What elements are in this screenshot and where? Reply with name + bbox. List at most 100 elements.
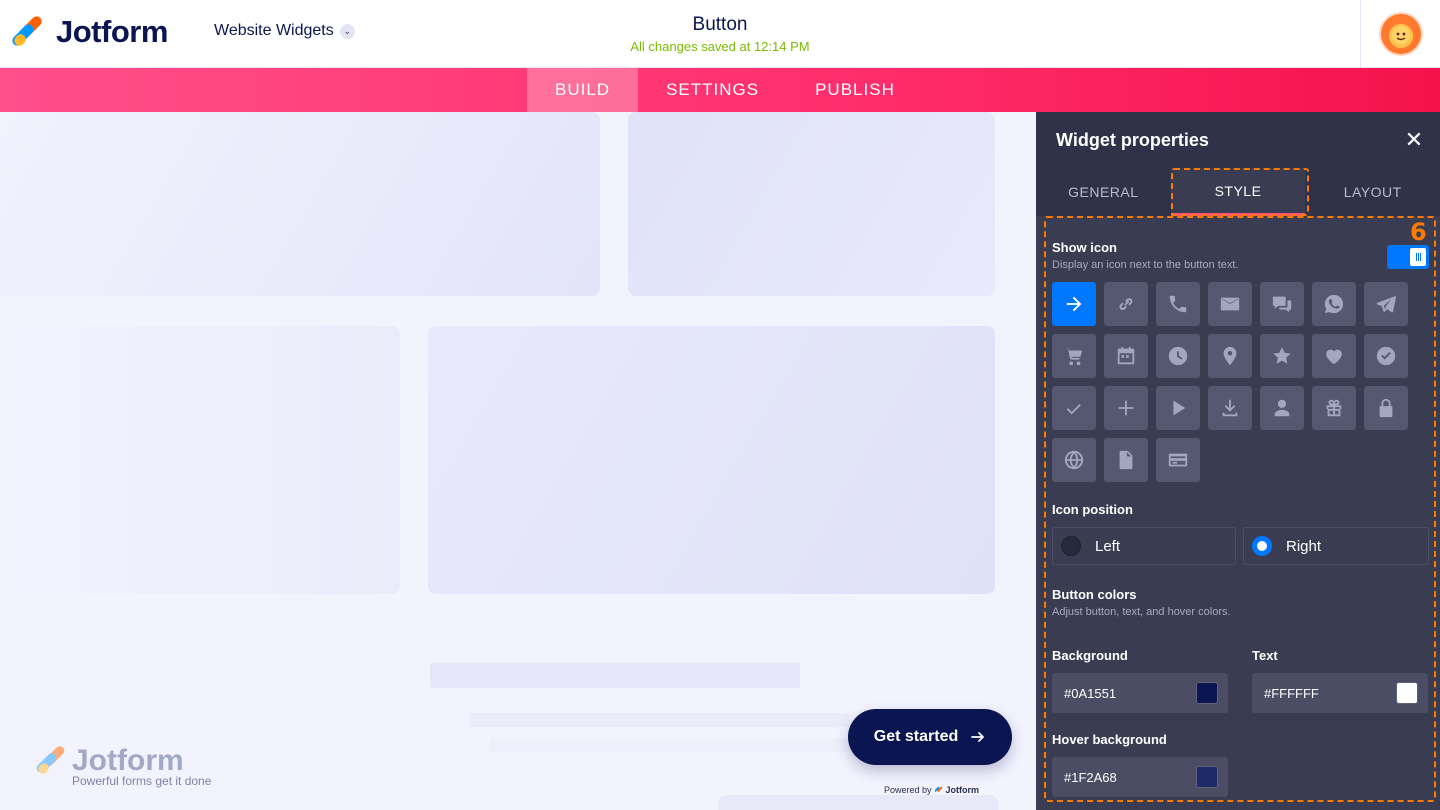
text-color-label: Text [1252, 648, 1278, 663]
placeholder-line [470, 713, 850, 727]
document-title-block: Button All changes saved at 12:14 PM [520, 14, 920, 54]
icon-option[interactable] [1156, 438, 1200, 482]
placeholder-card [628, 112, 995, 296]
icon-option[interactable] [1052, 334, 1096, 378]
icon-position-label: Icon position [1052, 502, 1133, 517]
icon-option[interactable] [1208, 282, 1252, 326]
chat-icon [1272, 296, 1292, 313]
icon-option[interactable] [1156, 386, 1200, 430]
save-status: All changes saved at 12:14 PM [630, 39, 810, 54]
gift-icon [1326, 399, 1342, 417]
app-selector-dropdown[interactable]: Website Widgets ⌄ [214, 22, 355, 40]
placeholder-card [0, 326, 400, 594]
close-icon[interactable]: ✕ [1400, 127, 1428, 153]
jotform-watermark: Jotform Powerful forms get it done [34, 744, 211, 788]
whatsapp-icon [1324, 294, 1344, 314]
powered-by-brand: Jotform [945, 785, 980, 795]
tab-layout[interactable]: LAYOUT [1305, 168, 1440, 216]
watermark-brand: Jotform [72, 744, 184, 777]
show-icon-description: Display an icon next to the button text. [1052, 259, 1239, 271]
link-icon [1119, 298, 1133, 310]
check-circle-icon [1376, 346, 1396, 366]
text-color-swatch[interactable] [1396, 682, 1418, 704]
user-icon [1274, 399, 1290, 417]
radio-right-label: Right [1286, 537, 1322, 555]
jotform-mini-icon [934, 786, 943, 793]
icon-position-left[interactable]: Left [1052, 527, 1236, 565]
icon-option[interactable] [1260, 386, 1304, 430]
icon-option[interactable] [1260, 282, 1304, 326]
icon-option[interactable] [1312, 386, 1356, 430]
icon-option[interactable] [1312, 282, 1356, 326]
icon-position-right[interactable]: Right [1243, 527, 1429, 565]
tab-general[interactable]: GENERAL [1036, 168, 1171, 216]
icon-option[interactable] [1104, 334, 1148, 378]
check-icon [1066, 403, 1081, 415]
placeholder-line [490, 739, 850, 752]
tab-settings[interactable]: SETTINGS [638, 68, 787, 112]
background-color-label: Background [1052, 648, 1128, 663]
show-icon-toggle[interactable] [1387, 245, 1429, 269]
globe-icon [1064, 450, 1084, 470]
placeholder-card [0, 112, 600, 296]
tab-style[interactable]: STYLE [1170, 168, 1306, 216]
hover-background-swatch[interactable] [1196, 766, 1218, 788]
background-color-field[interactable]: #0A1551 [1052, 673, 1228, 713]
hover-background-value: #1F2A68 [1064, 769, 1117, 785]
button-colors-label: Button colors [1052, 587, 1137, 602]
button-colors-description: Adjust button, text, and hover colors. [1052, 606, 1231, 618]
download-icon [1222, 399, 1238, 417]
placeholder-line [430, 663, 800, 688]
icon-option[interactable] [1364, 386, 1408, 430]
document-icon [1119, 450, 1133, 470]
cart-icon [1064, 347, 1083, 366]
icon-option[interactable] [1208, 386, 1252, 430]
text-color-value: #FFFFFF [1264, 685, 1319, 701]
icon-option[interactable] [1104, 282, 1148, 326]
icon-option[interactable] [1052, 438, 1096, 482]
chevron-down-icon: ⌄ [339, 23, 355, 39]
get-started-button[interactable]: Get started [848, 709, 1012, 765]
clock-icon [1168, 346, 1188, 366]
icon-option[interactable] [1312, 334, 1356, 378]
icon-option[interactable] [1052, 282, 1096, 326]
icon-option[interactable] [1156, 282, 1200, 326]
calendar-icon [1117, 346, 1135, 365]
phone-icon [1169, 295, 1187, 313]
powered-by[interactable]: Powered by Jotform [884, 785, 979, 795]
cta-label: Get started [873, 728, 959, 745]
icon-option[interactable] [1104, 386, 1148, 430]
page-title[interactable]: Button [520, 14, 920, 36]
mail-icon [1220, 297, 1240, 311]
icon-option[interactable] [1052, 386, 1096, 430]
tab-publish[interactable]: PUBLISH [787, 68, 923, 112]
avatar[interactable] [1378, 12, 1423, 56]
hover-background-field[interactable]: #1F2A68 [1052, 757, 1228, 797]
tab-build[interactable]: BUILD [527, 68, 639, 112]
radio-left[interactable] [1061, 536, 1081, 556]
arrow-right-icon [971, 732, 985, 742]
icon-option[interactable] [1260, 334, 1304, 378]
placeholder-card [428, 326, 995, 594]
credit-card-icon [1168, 453, 1188, 467]
background-color-swatch[interactable] [1196, 682, 1218, 704]
builder-nav: BUILD SETTINGS PUBLISH [0, 68, 1440, 112]
powered-by-text: Powered by [884, 785, 932, 795]
icon-option[interactable] [1156, 334, 1200, 378]
icon-option[interactable] [1104, 438, 1148, 482]
jotform-logo[interactable]: Jotform [10, 14, 168, 50]
play-icon [1173, 400, 1186, 416]
plus-icon [1118, 400, 1134, 416]
brand-name: Jotform [56, 14, 168, 49]
app-selector-label: Website Widgets [214, 22, 334, 39]
lock-icon [1379, 398, 1393, 418]
avatar-face-icon [1391, 26, 1410, 44]
icon-option[interactable] [1364, 282, 1408, 326]
text-color-field[interactable]: #FFFFFF [1252, 673, 1428, 713]
radio-right[interactable] [1252, 536, 1272, 556]
panel-tabs: GENERAL STYLE LAYOUT [1036, 168, 1440, 216]
icon-option[interactable] [1208, 334, 1252, 378]
icon-option[interactable] [1364, 334, 1408, 378]
hover-background-label: Hover background [1052, 732, 1167, 747]
star-icon [1273, 347, 1291, 364]
